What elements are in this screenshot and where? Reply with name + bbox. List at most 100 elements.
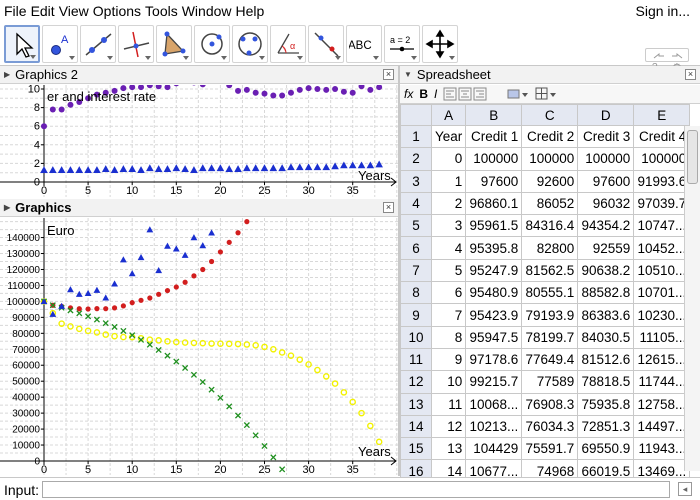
cell[interactable]: 5 (430, 258, 467, 283)
cell[interactable]: 86383.6 (577, 303, 635, 327)
cell[interactable]: 97600 (577, 169, 635, 193)
column-header-C[interactable]: C (521, 104, 579, 126)
cell[interactable]: 10452... (633, 236, 691, 260)
menu-view[interactable]: View (59, 3, 89, 19)
input-field[interactable] (42, 481, 670, 498)
row-header[interactable]: 5 (400, 214, 432, 238)
angle-tool-button[interactable]: α (270, 25, 306, 63)
menu-edit[interactable]: Edit (31, 3, 55, 19)
undo-redo-buttons[interactable] (645, 48, 689, 62)
menu-help[interactable]: Help (236, 3, 265, 19)
cell[interactable]: 81562.5 (521, 258, 579, 283)
graphics2-titlebar[interactable]: ▶ Graphics 2 × (0, 66, 398, 84)
cell[interactable]: 8 (430, 325, 467, 349)
menu-file[interactable]: File (4, 3, 27, 19)
scrollbar-thumb[interactable] (687, 130, 698, 184)
background-color-icon[interactable] (507, 87, 529, 101)
cell[interactable]: Credit 4 (633, 124, 691, 149)
menu-window[interactable]: Window (182, 3, 232, 19)
row-header[interactable]: 7 (400, 258, 432, 283)
graphics2-view[interactable]: 0 5 10 15 20 25 30 35 0 2 4 6 8 10 er and interest ra… (0, 85, 398, 197)
cell[interactable]: 90638.2 (577, 258, 635, 283)
cell[interactable]: 75935.8 (577, 392, 635, 416)
cell[interactable]: 0 (430, 147, 467, 171)
cell[interactable]: 10 (430, 370, 467, 394)
close-icon[interactable]: × (383, 202, 394, 213)
conic-tool-button[interactable] (232, 25, 268, 63)
cell[interactable]: 2 (430, 191, 467, 216)
slider-tool-button[interactable]: a = 2 (384, 25, 420, 63)
cell[interactable]: 96032 (577, 191, 635, 216)
cell[interactable]: Credit 3 (577, 124, 635, 149)
sign-in-link[interactable]: Sign in... (636, 3, 690, 19)
row-header[interactable]: 1 (400, 124, 432, 149)
row-header[interactable]: 3 (400, 169, 432, 193)
row-header[interactable]: 14 (400, 414, 432, 439)
point-tool-button[interactable]: A (42, 25, 78, 63)
menu-tools[interactable]: Tools (145, 3, 178, 19)
graphics1-titlebar[interactable]: ▶ Graphics × (0, 199, 398, 217)
cell[interactable]: 76908.3 (521, 392, 579, 416)
row-header[interactable]: 15 (400, 437, 432, 461)
menu-options[interactable]: Options (93, 3, 141, 19)
cell[interactable]: 96860.1 (465, 191, 523, 216)
move-tool-button[interactable] (4, 25, 40, 63)
spreadsheet-titlebar[interactable]: ▼ Spreadsheet × (400, 66, 700, 84)
row-header[interactable]: 4 (400, 191, 432, 216)
close-icon[interactable]: × (383, 69, 394, 80)
cell[interactable]: 77649.4 (521, 347, 579, 372)
cell[interactable]: 9 (430, 347, 467, 372)
cell[interactable]: 84030.5 (577, 325, 635, 349)
spreadsheet-scrollbar[interactable] (684, 126, 700, 471)
cell[interactable]: 97039.7 (633, 191, 691, 216)
row-header[interactable]: 12 (400, 370, 432, 394)
column-header-E[interactable]: E (633, 104, 691, 126)
cell[interactable]: 7 (430, 303, 467, 327)
column-header-A[interactable]: A (430, 104, 467, 126)
cell[interactable]: 11105... (633, 325, 691, 349)
bold-button[interactable]: B (419, 87, 428, 101)
input-help-icon[interactable]: ◂ (678, 482, 692, 496)
cell[interactable]: 99215.7 (465, 370, 523, 394)
row-header[interactable]: 8 (400, 281, 432, 305)
cell[interactable]: 80555.1 (521, 281, 579, 305)
cell[interactable]: 10747... (633, 214, 691, 238)
cell[interactable]: 10068... (465, 392, 523, 416)
cell[interactable]: 76034.3 (521, 414, 579, 439)
row-header[interactable]: 6 (400, 236, 432, 260)
border-style-icon[interactable] (535, 87, 557, 101)
line-tool-button[interactable] (80, 25, 116, 63)
cell[interactable]: 13 (430, 437, 467, 461)
italic-button[interactable]: I (434, 87, 437, 101)
spreadsheet-grid[interactable]: A B C D E 1 Year Credit 1 Credit 2 Credit 3 Credit… (400, 104, 691, 483)
column-header-D[interactable]: D (577, 104, 635, 126)
cell[interactable]: 100000 (633, 147, 691, 171)
cell[interactable]: 14497... (633, 414, 691, 439)
cell[interactable]: 75591.7 (521, 437, 579, 461)
cell[interactable]: 97600 (465, 169, 523, 193)
cell[interactable]: 10213... (465, 414, 523, 439)
row-header[interactable]: 13 (400, 392, 432, 416)
cell[interactable]: 92559 (577, 236, 635, 260)
cell[interactable]: 78199.7 (521, 325, 579, 349)
cell[interactable]: 100000 (465, 147, 523, 171)
corner-cell[interactable] (400, 104, 432, 126)
cell[interactable]: Year (430, 124, 467, 149)
cell[interactable]: 95423.9 (465, 303, 523, 327)
cell[interactable]: 81512.6 (577, 347, 635, 372)
cell[interactable]: Credit 2 (521, 124, 579, 149)
cell[interactable]: 82800 (521, 236, 579, 260)
cell[interactable]: 69550.9 (577, 437, 635, 461)
cell[interactable]: 77589 (521, 370, 579, 394)
cell[interactable]: Credit 1 (465, 124, 523, 149)
polygon-tool-button[interactable] (156, 25, 192, 63)
collapse-triangle-icon[interactable]: ▼ (404, 70, 412, 79)
cell[interactable]: 91993.6 (633, 169, 691, 193)
cell[interactable]: 94354.2 (577, 214, 635, 238)
cell[interactable]: 3 (430, 214, 467, 238)
cell[interactable]: 10230... (633, 303, 691, 327)
cell[interactable]: 95395.8 (465, 236, 523, 260)
cell[interactable]: 78818.5 (577, 370, 635, 394)
cell[interactable]: 104429 (465, 437, 523, 461)
align-buttons-icon[interactable] (443, 87, 503, 101)
